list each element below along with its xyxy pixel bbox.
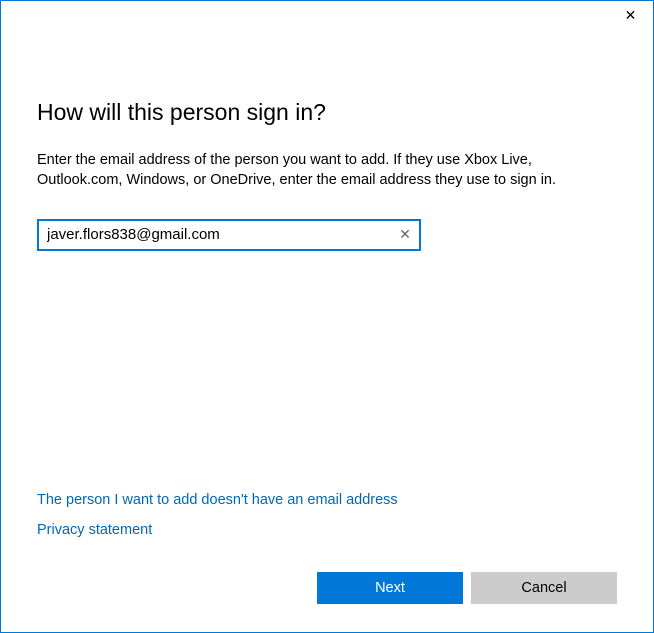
no-email-link[interactable]: The person I want to add doesn't have an… bbox=[37, 492, 617, 508]
next-button[interactable]: Next bbox=[317, 572, 463, 604]
clear-input-button[interactable]: ✕ bbox=[395, 225, 415, 245]
titlebar: ✕ bbox=[1, 1, 653, 31]
cancel-button[interactable]: Cancel bbox=[471, 572, 617, 604]
email-input-wrapper: ✕ bbox=[37, 219, 421, 251]
clear-icon: ✕ bbox=[399, 226, 411, 243]
footer-buttons: Next Cancel bbox=[1, 572, 653, 632]
dialog-window: ✕ How will this person sign in? Enter th… bbox=[0, 0, 654, 633]
links-section: The person I want to add doesn't have an… bbox=[37, 492, 617, 552]
spacer bbox=[37, 251, 617, 492]
page-heading: How will this person sign in? bbox=[37, 99, 617, 126]
content-area: How will this person sign in? Enter the … bbox=[1, 31, 653, 572]
privacy-statement-link[interactable]: Privacy statement bbox=[37, 522, 617, 538]
close-icon: ✕ bbox=[625, 7, 637, 24]
email-input[interactable] bbox=[37, 219, 421, 251]
close-button[interactable]: ✕ bbox=[608, 1, 653, 29]
description-text: Enter the email address of the person yo… bbox=[37, 150, 617, 191]
